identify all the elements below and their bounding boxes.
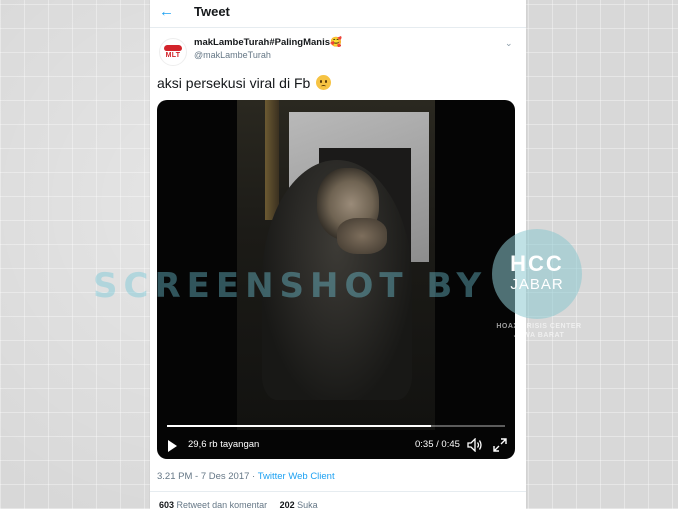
play-icon[interactable]: [168, 440, 177, 452]
meta-separator: ·: [249, 471, 258, 482]
tweet-stats: 603 Retweet dan komentar 202 Suka: [159, 500, 318, 509]
retweet-count[interactable]: 603: [159, 500, 174, 509]
avatar[interactable]: MLT: [159, 38, 187, 66]
lips-logo-icon: [164, 45, 182, 51]
video-time: 0:35 / 0:45: [415, 439, 460, 450]
worried-face-icon: [316, 75, 332, 90]
like-label[interactable]: Suka: [297, 500, 318, 509]
hcc-caption-line2: JAWA BARAT: [513, 332, 565, 339]
page-title: Tweet: [194, 4, 230, 19]
scene-pole: [265, 100, 279, 220]
volume-icon[interactable]: [467, 438, 483, 452]
display-name[interactable]: makLambeTurah#PalingManis🥰: [194, 37, 342, 48]
tweet-meta: 3.21 PM - 7 Des 2017 · Twitter Web Clien…: [157, 471, 335, 482]
video-frame: [237, 100, 435, 430]
tweet-timestamp[interactable]: 3.21 PM - 7 Des 2017: [157, 471, 249, 482]
screenshot-watermark: SCREENSHOT BY: [93, 266, 488, 306]
chevron-down-icon[interactable]: ⌄: [505, 38, 513, 49]
video-controls: 29,6 rb tayangan 0:35 / 0:45: [157, 422, 515, 459]
video-progress-fill: [167, 425, 431, 427]
retweet-label[interactable]: Retweet dan komentar: [177, 500, 268, 509]
fullscreen-icon[interactable]: [493, 438, 507, 452]
tweet-panel: ← Tweet MLT makLambeTurah#PalingManis🥰 @…: [150, 0, 526, 509]
top-bar: ← Tweet: [150, 0, 526, 28]
hcc-caption-line1: HOAX CRISIS CENTER: [496, 323, 582, 330]
scene-hands: [337, 218, 387, 254]
like-count[interactable]: 202: [280, 500, 295, 509]
back-arrow-icon[interactable]: ←: [159, 3, 174, 21]
view-count: 29,6 rb tayangan: [188, 439, 260, 450]
avatar-label: MLT: [165, 52, 181, 59]
tweet-text: aksi persekusi viral di Fb: [157, 75, 332, 91]
client-link[interactable]: Twitter Web Client: [258, 471, 335, 482]
hcc-logo-letters: HCC: [510, 251, 564, 276]
video-progress-bar[interactable]: [167, 425, 505, 427]
hcc-logo-sub: JABAR: [510, 276, 564, 293]
user-handle[interactable]: @makLambeTurah: [194, 50, 271, 60]
tweet-body: aksi persekusi viral di Fb: [157, 75, 311, 91]
divider: [150, 491, 526, 492]
